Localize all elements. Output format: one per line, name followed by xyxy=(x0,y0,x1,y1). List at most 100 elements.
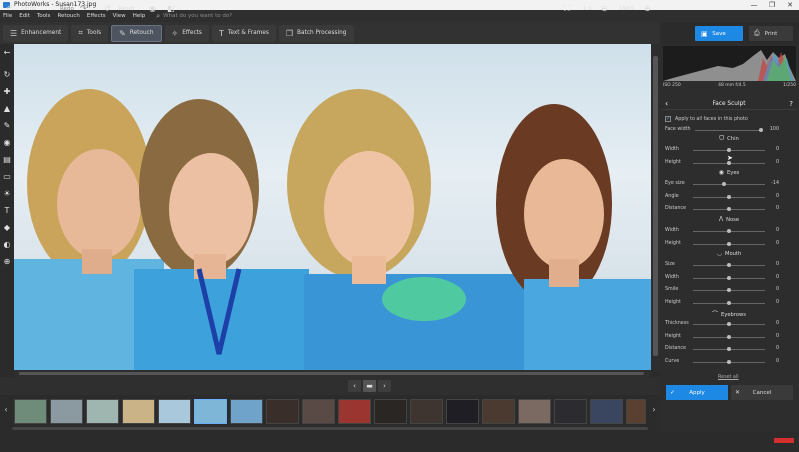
scroll-thumb[interactable] xyxy=(19,372,644,375)
slider-knob[interactable] xyxy=(727,288,731,292)
undo-button[interactable]: Undo xyxy=(22,0,36,18)
checkbox-icon[interactable]: ✓ xyxy=(665,116,671,122)
slider-knob[interactable] xyxy=(727,322,731,326)
target-icon[interactable]: ◉ xyxy=(2,138,12,148)
photo-canvas[interactable] xyxy=(14,44,651,370)
mouth-smile-slider[interactable]: Smile 0 xyxy=(665,286,793,294)
zoom-in-icon[interactable]: ⊕ xyxy=(644,0,651,18)
next-photo-button[interactable]: › xyxy=(378,380,391,392)
apply-all-faces-checkbox[interactable]: ✓ Apply to all faces in this photo xyxy=(665,116,748,122)
redo-button[interactable]: Redo xyxy=(60,0,74,18)
sun-icon[interactable]: ☀ xyxy=(2,189,12,199)
eyebrows-thickness-slider[interactable]: Thickness 0 xyxy=(665,320,793,328)
filmstrip-thumbnail[interactable] xyxy=(554,399,587,424)
rotate-icon[interactable]: ↻ xyxy=(2,70,12,80)
eraser-icon[interactable]: ◐ xyxy=(2,240,12,250)
compare-icon[interactable]: ◧ xyxy=(167,0,175,18)
tab-retouch[interactable]: ✎ Retouch xyxy=(111,24,162,42)
help-icon[interactable]: ? xyxy=(789,98,793,110)
filmstrip-thumbnail[interactable] xyxy=(50,399,83,424)
slider-knob[interactable] xyxy=(727,148,731,152)
eye-toggle-icon[interactable]: ◉ xyxy=(149,0,156,18)
stamp-icon[interactable]: ▲ xyxy=(2,104,12,114)
cancel-button[interactable]: ✕ Cancel xyxy=(731,385,793,400)
nose-height-slider[interactable]: Height 0 xyxy=(665,240,793,248)
mouth-size-slider[interactable]: Size 0 xyxy=(665,261,793,269)
filmstrip-thumbnail[interactable] xyxy=(230,399,263,424)
filmstrip-thumbnail[interactable] xyxy=(410,399,443,424)
slider-knob[interactable] xyxy=(759,128,763,132)
mouth-width-slider[interactable]: Width 0 xyxy=(665,274,793,282)
apply-button[interactable]: ✓ Apply xyxy=(666,385,728,400)
folder-icon[interactable]: ▬ xyxy=(363,380,376,392)
bucket-icon[interactable]: ◆ xyxy=(2,223,12,233)
filmstrip-thumbnail[interactable] xyxy=(122,399,155,424)
slider-knob[interactable] xyxy=(727,229,731,233)
face-width-slider[interactable]: Face width 100 xyxy=(665,126,793,134)
slider-knob[interactable] xyxy=(727,194,731,199)
tab-effects[interactable]: ✧ Effects xyxy=(164,24,209,42)
slider-knob[interactable] xyxy=(727,359,731,364)
filmstrip-thumbnail[interactable] xyxy=(158,399,191,424)
bandage-icon[interactable]: ✚ xyxy=(2,87,12,97)
chin-width-slider[interactable]: Width 0 xyxy=(665,146,793,154)
fit-screen-icon[interactable]: ⛶ xyxy=(564,0,570,18)
slider-knob[interactable] xyxy=(727,275,731,280)
slider-knob[interactable] xyxy=(727,263,731,267)
reset-all-link[interactable]: Reset all xyxy=(718,375,739,380)
tab-text-frames[interactable]: T Text & Frames xyxy=(211,24,276,42)
undo-icon[interactable]: ↶ xyxy=(6,0,13,18)
zoom-level[interactable]: 158% xyxy=(619,0,635,18)
menu-help[interactable]: Help xyxy=(133,13,146,19)
redo-icon[interactable]: ↷ xyxy=(80,0,87,18)
slider-knob[interactable] xyxy=(721,182,726,186)
tab-enhancement[interactable]: ☰ Enhancement xyxy=(3,24,69,42)
menu-effects[interactable]: Effects xyxy=(87,13,106,19)
rectangle-icon[interactable]: ▭ xyxy=(2,172,12,182)
filmstrip-thumbnail[interactable] xyxy=(518,399,551,424)
horizontal-scrollbar[interactable] xyxy=(14,370,651,377)
back-arrow-icon[interactable]: ← xyxy=(2,48,12,58)
eyebrows-height-slider[interactable]: Height 0 xyxy=(665,333,793,341)
brush-tool-icon[interactable]: ✎ xyxy=(2,121,12,131)
reset-button[interactable]: Reset xyxy=(119,0,134,18)
scroll-thumb[interactable] xyxy=(653,56,658,356)
ratio-button[interactable]: 1:1 xyxy=(583,0,592,18)
globe-icon[interactable]: ⊕ xyxy=(2,257,12,267)
filmstrip-prev-icon[interactable]: ‹ xyxy=(0,395,12,425)
save-button[interactable]: ▣ Save xyxy=(695,26,743,41)
filmstrip-thumbnail-selected[interactable] xyxy=(194,399,227,424)
filmstrip-thumbnail[interactable] xyxy=(482,399,515,424)
slider-track[interactable] xyxy=(693,184,765,185)
slider-knob[interactable] xyxy=(727,347,731,351)
slider-knob[interactable] xyxy=(727,300,731,305)
slider-knob[interactable] xyxy=(727,241,731,246)
eyes-distance-slider[interactable]: Distance 0 xyxy=(665,205,793,213)
filmstrip-thumbnail[interactable] xyxy=(446,399,479,424)
prev-photo-button[interactable]: ‹ xyxy=(348,380,361,392)
gradient-icon[interactable]: ▤ xyxy=(2,155,12,165)
eyebrows-curve-slider[interactable]: Curve 0 xyxy=(665,358,793,366)
vertical-scrollbar[interactable] xyxy=(651,44,660,370)
slider-track[interactable] xyxy=(695,130,761,131)
tab-batch-processing[interactable]: ❒ Batch Processing xyxy=(278,24,354,42)
filmstrip-thumbnail[interactable] xyxy=(302,399,335,424)
close-button[interactable]: ✕ xyxy=(781,0,799,10)
filmstrip-thumbnail[interactable] xyxy=(14,399,47,424)
maximize-button[interactable]: ❐ xyxy=(763,0,781,10)
reset-icon[interactable]: ↺ xyxy=(104,0,111,18)
filmstrip-thumbnail[interactable] xyxy=(266,399,299,424)
filmstrip-scrollbar[interactable] xyxy=(12,427,648,430)
menu-tools[interactable]: Tools xyxy=(37,13,51,19)
filmstrip-thumbnail[interactable] xyxy=(626,399,646,424)
tab-tools[interactable]: ⌗ Tools xyxy=(71,24,109,42)
eyebrows-distance-slider[interactable]: Distance 0 xyxy=(665,345,793,353)
mouth-height-slider[interactable]: Height 0 xyxy=(665,299,793,307)
text-tool-icon[interactable]: T xyxy=(2,206,12,216)
filmstrip-thumbnail[interactable] xyxy=(590,399,623,424)
eyes-eye-size-slider[interactable]: Eye size -14 xyxy=(665,180,793,188)
print-button[interactable]: ⎙ Print xyxy=(749,26,793,41)
nose-width-slider[interactable]: Width 0 xyxy=(665,227,793,235)
slider-knob[interactable] xyxy=(727,207,731,211)
filmstrip-thumbnail[interactable] xyxy=(374,399,407,424)
